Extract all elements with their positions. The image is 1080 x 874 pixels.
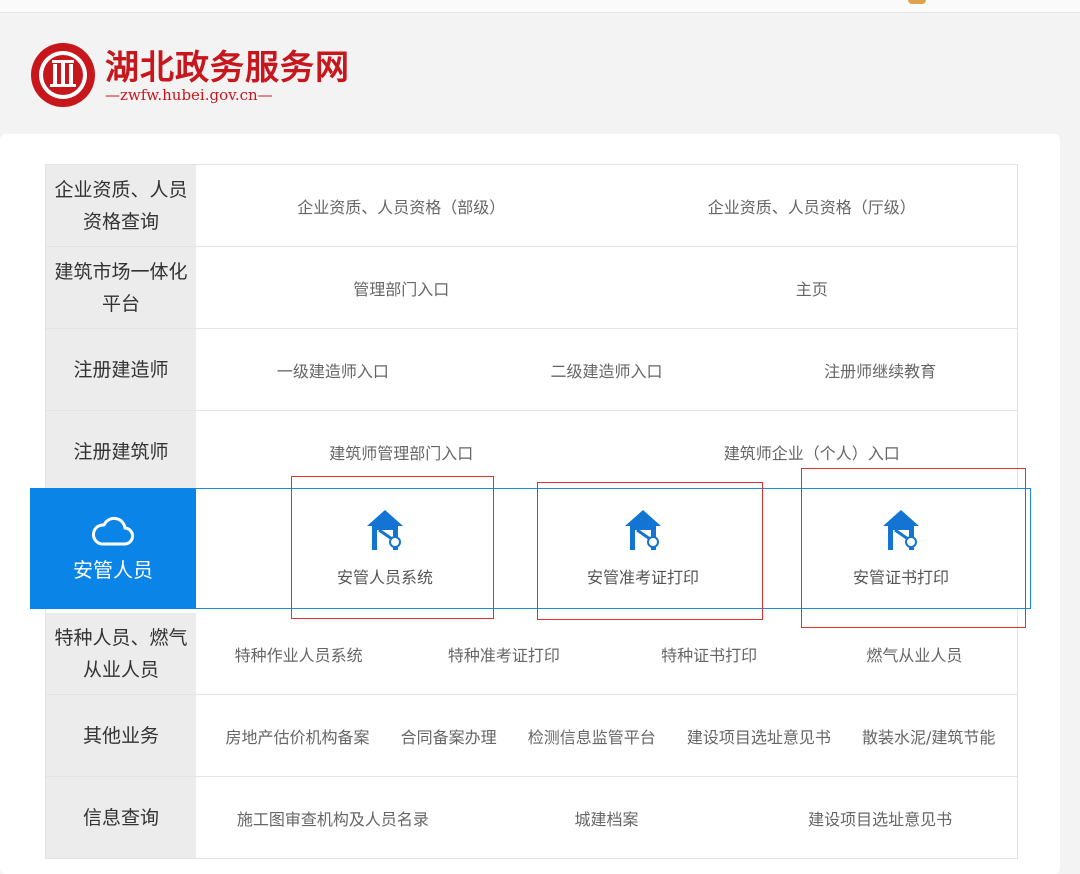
cloud-icon bbox=[92, 516, 134, 546]
safety-personnel-label: 安管人员 bbox=[73, 558, 153, 582]
link-level2-constructor[interactable]: 二级建造师入口 bbox=[470, 358, 744, 382]
link-site-selection-query[interactable]: 建设项目选址意见书 bbox=[743, 806, 1017, 830]
link-contract-filing[interactable]: 合同备案办理 bbox=[401, 724, 497, 748]
hubei-emblem-icon[interactable] bbox=[30, 42, 96, 108]
row-market-platform: 建筑市场一体化平台 管理部门入口 主页 bbox=[46, 247, 1017, 329]
row-header: 特种人员、燃气从业人员 bbox=[46, 613, 196, 694]
link-homepage[interactable]: 主页 bbox=[607, 276, 1018, 300]
link-continuing-education[interactable]: 注册师继续教育 bbox=[743, 358, 1017, 382]
link-urban-archives[interactable]: 城建档案 bbox=[470, 806, 744, 830]
link-architect-admin[interactable]: 建筑师管理部门入口 bbox=[196, 440, 607, 464]
link-dept-level[interactable]: 企业资质、人员资格（厅级） bbox=[607, 194, 1018, 218]
link-architect-enterprise[interactable]: 建筑师企业（个人）入口 bbox=[607, 440, 1018, 464]
row-qualification: 企业资质、人员资格查询 企业资质、人员资格（部级） 企业资质、人员资格（厅级） bbox=[46, 165, 1017, 247]
row-header: 其他业务 bbox=[46, 695, 196, 776]
site-title[interactable]: 湖北政务服务网 bbox=[105, 40, 350, 89]
link-level1-constructor[interactable]: 一级建造师入口 bbox=[196, 358, 470, 382]
row-header: 企业资质、人员资格查询 bbox=[46, 165, 196, 246]
link-site-selection[interactable]: 建设项目选址意见书 bbox=[687, 724, 831, 748]
row-constructor: 注册建造师 一级建造师入口 二级建造师入口 注册师继续教育 bbox=[46, 329, 1017, 411]
link-special-certificate[interactable]: 特种证书打印 bbox=[607, 642, 812, 666]
row-header: 建筑市场一体化平台 bbox=[46, 247, 196, 328]
link-review-agencies[interactable]: 施工图审查机构及人员名录 bbox=[196, 806, 470, 830]
row-other-business: 其他业务 房地产估价机构备案 合同备案办理 检测信息监管平台 建设项目选址意见书… bbox=[46, 695, 1017, 777]
row-header: 信息查询 bbox=[46, 777, 196, 858]
link-gas-personnel[interactable]: 燃气从业人员 bbox=[812, 642, 1017, 666]
row-header: 注册建筑师 bbox=[46, 411, 196, 492]
link-real-estate-appraisal[interactable]: 房地产估价机构备案 bbox=[226, 724, 370, 748]
link-cement-energy[interactable]: 散装水泥/建筑节能 bbox=[862, 724, 995, 748]
annotation-box bbox=[291, 476, 494, 619]
row-header: 注册建造师 bbox=[46, 329, 196, 410]
link-testing-platform[interactable]: 检测信息监管平台 bbox=[528, 724, 656, 748]
link-ministry-level[interactable]: 企业资质、人员资格（部级） bbox=[196, 194, 607, 218]
row-info-query: 信息查询 施工图审查机构及人员名录 城建档案 建设项目选址意见书 bbox=[46, 777, 1017, 859]
link-special-admission[interactable]: 特种准考证打印 bbox=[401, 642, 606, 666]
annotation-box bbox=[537, 482, 763, 620]
safety-personnel-header[interactable]: 安管人员 bbox=[30, 488, 196, 609]
link-admin-entry[interactable]: 管理部门入口 bbox=[196, 276, 607, 300]
site-url: —zwfw.hubei.gov.cn— bbox=[105, 86, 273, 104]
link-special-system[interactable]: 特种作业人员系统 bbox=[196, 642, 401, 666]
top-emblem-icon bbox=[908, 0, 926, 4]
annotation-box bbox=[801, 468, 1026, 628]
